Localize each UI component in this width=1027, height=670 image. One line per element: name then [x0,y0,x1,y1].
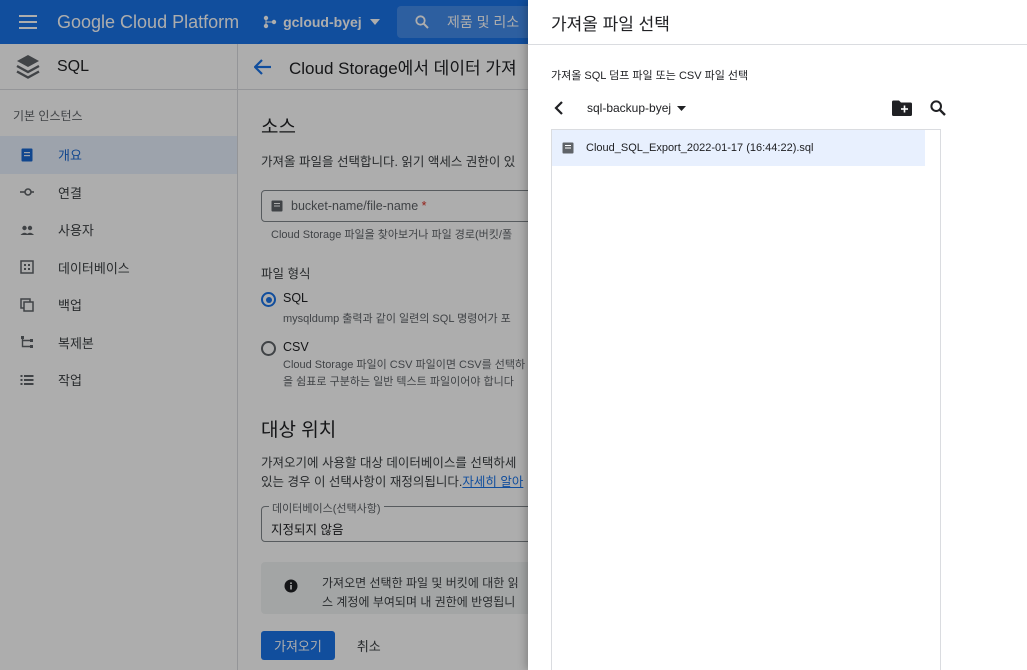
search-icon[interactable] [930,100,946,116]
bucket-selector[interactable]: sql-backup-byej [587,101,687,115]
chevron-left-icon [554,101,563,115]
bucket-browser-toolbar: sql-backup-byej [551,95,946,121]
chevron-down-icon [677,105,687,111]
file-icon [562,142,574,154]
back-button[interactable] [551,100,567,116]
file-picker-panel: 가져올 파일 선택 가져올 SQL 덤프 파일 또는 CSV 파일 선택 sql… [528,0,1027,670]
file-list: Cloud_SQL_Export_2022-01-17 (16:44:22).s… [551,129,941,670]
bucket-name: sql-backup-byej [587,101,672,115]
file-name: Cloud_SQL_Export_2022-01-17 (16:44:22).s… [586,142,814,154]
new-folder-icon[interactable] [892,100,912,116]
list-item[interactable]: Cloud_SQL_Export_2022-01-17 (16:44:22).s… [552,130,925,166]
panel-subtitle: 가져올 SQL 덤프 파일 또는 CSV 파일 선택 [551,70,749,82]
panel-title: 가져올 파일 선택 [528,0,1027,45]
